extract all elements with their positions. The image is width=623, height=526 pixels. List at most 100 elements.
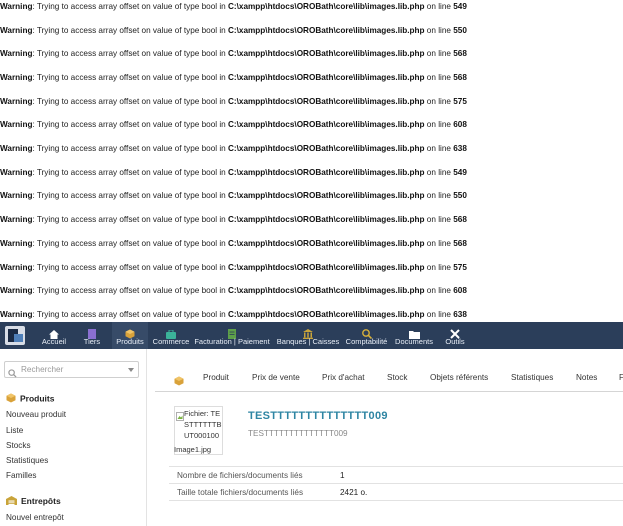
tab-produit[interactable]: Produit xyxy=(203,365,229,391)
warning-message: : Trying to access array offset on value… xyxy=(32,310,228,319)
app-logo[interactable] xyxy=(5,326,25,345)
warning-label: Warning xyxy=(0,215,33,224)
sidebar-link-familles[interactable]: Familles xyxy=(6,471,36,480)
home-icon xyxy=(34,322,74,339)
warning-line-number: 568 xyxy=(453,215,467,224)
menu-item-comptabilité[interactable]: Comptabilité xyxy=(343,322,390,349)
sidebar-link-liste[interactable]: Liste xyxy=(6,426,23,435)
product-image-caption[interactable]: Image1.jpg xyxy=(174,445,211,454)
php-warning-line: Warning: Trying to access array offset o… xyxy=(0,189,467,203)
sidebar-heading-label: Produits xyxy=(20,393,55,404)
warning-line-prefix: on line xyxy=(424,191,454,200)
warehouse-icon xyxy=(6,496,17,507)
tab-statistiques[interactable]: Statistiques xyxy=(511,365,553,391)
sidebar-link-nouvel-entrepot[interactable]: Nouvel entrepôt xyxy=(6,513,64,522)
warning-file-path: C:\xampp\htdocs\OROBath\core\lib\images.… xyxy=(228,73,425,82)
documents-info-table: Nombre de fichiers/documents liés 1 Tail… xyxy=(169,466,623,501)
warning-line-number: 568 xyxy=(453,73,467,82)
warning-line-prefix: on line xyxy=(424,2,454,11)
warning-line-prefix: on line xyxy=(424,263,454,272)
menu-item-label: Banques | Caisses xyxy=(276,337,340,346)
product-tabs: Produit Prix de vente Prix d'achat Stock… xyxy=(155,365,623,392)
top-navigation-bar: Accueil Tiers Produits Commerce Facturation … xyxy=(0,322,623,349)
warning-file-path: C:\xampp\htdocs\OROBath\core\lib\images.… xyxy=(228,97,425,106)
warning-message: : Trying to access array offset on value… xyxy=(32,263,228,272)
chevron-down-icon[interactable] xyxy=(128,368,134,372)
warning-message: : Trying to access array offset on value… xyxy=(32,49,228,58)
warning-line-number: 638 xyxy=(453,144,467,153)
info-key: Taille totale fichiers/documents liés xyxy=(169,483,340,501)
warning-line-prefix: on line xyxy=(424,73,454,82)
table-row: Taille totale fichiers/documents liés 24… xyxy=(169,483,623,501)
php-warning-line: Warning: Trying to access array offset o… xyxy=(0,308,467,322)
tab-notes[interactable]: Notes xyxy=(576,365,597,391)
menu-item-label: Tiers xyxy=(83,337,101,346)
php-warning-line: Warning: Trying to access array offset o… xyxy=(0,71,467,85)
tab-prix-de-vente[interactable]: Prix de vente xyxy=(252,365,300,391)
warning-label: Warning xyxy=(0,168,33,177)
sidebar-link-stocks[interactable]: Stocks xyxy=(6,441,31,450)
sidebar-search[interactable]: Rechercher xyxy=(4,361,139,378)
warning-file-path: C:\xampp\htdocs\OROBath\core\lib\images.… xyxy=(228,120,425,129)
warning-line-prefix: on line xyxy=(424,97,454,106)
warning-file-path: C:\xampp\htdocs\OROBath\core\lib\images.… xyxy=(228,286,425,295)
warning-line-prefix: on line xyxy=(424,310,454,319)
warning-line-number: 550 xyxy=(453,26,467,35)
search-icon xyxy=(8,365,17,383)
warning-file-path: C:\xampp\htdocs\OROBath\core\lib\images.… xyxy=(228,26,425,35)
php-warning-line: Warning: Trying to access array offset o… xyxy=(0,95,467,109)
warning-message: : Trying to access array offset on value… xyxy=(32,168,228,177)
warning-line-prefix: on line xyxy=(424,168,454,177)
warning-line-number: 549 xyxy=(453,168,467,177)
warning-file-path: C:\xampp\htdocs\OROBath\core\lib\images.… xyxy=(228,215,425,224)
menu-item-facturation-paiement[interactable]: Facturation | Paiement xyxy=(192,322,272,349)
sidebar-heading-produits[interactable]: Produits xyxy=(6,393,54,405)
warning-message: : Trying to access array offset on value… xyxy=(32,97,228,106)
menu-item-label: Comptabilité xyxy=(345,337,388,346)
menu-item-accueil[interactable]: Accueil xyxy=(34,322,74,349)
sidebar-heading-label: Entrepôts xyxy=(21,496,61,506)
warning-line-prefix: on line xyxy=(424,144,454,153)
warning-line-prefix: on line xyxy=(424,239,454,248)
warning-line-number: 575 xyxy=(453,263,467,272)
menu-item-label: Outils xyxy=(445,337,465,346)
tab-objets-referents[interactable]: Objets référents xyxy=(430,365,488,391)
warning-file-path: C:\xampp\htdocs\OROBath\core\lib\images.… xyxy=(228,144,425,153)
invoice-icon xyxy=(192,322,272,339)
php-warning-line: Warning: Trying to access array offset o… xyxy=(0,237,467,251)
warning-line-number: 549 xyxy=(453,2,467,11)
sidebar-link-statistiques[interactable]: Statistiques xyxy=(6,456,48,465)
warning-label: Warning xyxy=(0,49,33,58)
warning-line-prefix: on line xyxy=(424,26,454,35)
building-icon xyxy=(76,322,108,339)
warning-message: : Trying to access array offset on value… xyxy=(32,239,228,248)
php-warnings-area: Warning: Trying to access array offset o… xyxy=(0,0,623,322)
warning-line-number: 568 xyxy=(453,239,467,248)
product-label: TESTTTTTTTTTTTTTT009 xyxy=(248,429,348,438)
menu-item-banques-caisses[interactable]: Banques | Caisses xyxy=(274,322,342,349)
php-warning-line: Warning: Trying to access array offset o… xyxy=(0,284,467,298)
menu-item-label: Commerce xyxy=(152,337,190,346)
briefcase-icon xyxy=(150,322,192,339)
product-reference: TESTTTTTTTTTTTTTT009 xyxy=(248,410,388,422)
sidebar-link-nouveau-produit[interactable]: Nouveau produit xyxy=(6,410,66,419)
php-warning-line: Warning: Trying to access array offset o… xyxy=(0,47,467,61)
menu-item-commerce[interactable]: Commerce xyxy=(150,322,192,349)
tab-documents[interactable]: F xyxy=(619,365,623,391)
php-warning-line: Warning: Trying to access array offset o… xyxy=(0,213,467,227)
warning-label: Warning xyxy=(0,310,33,319)
menu-item-documents[interactable]: Documents xyxy=(392,322,436,349)
sidebar-heading-entrepots[interactable]: Entrepôts xyxy=(6,496,61,507)
tab-stock[interactable]: Stock xyxy=(387,365,407,391)
warning-file-path: C:\xampp\htdocs\OROBath\core\lib\images.… xyxy=(228,168,425,177)
warning-line-number: 575 xyxy=(453,97,467,106)
menu-item-tiers[interactable]: Tiers xyxy=(76,322,108,349)
warning-line-number: 568 xyxy=(453,49,467,58)
tab-prix-d-achat[interactable]: Prix d'achat xyxy=(322,365,365,391)
menu-item-produits[interactable]: Produits xyxy=(112,322,148,349)
table-row: Nombre de fichiers/documents liés 1 xyxy=(169,466,623,484)
product-image-alt-text: Fichier: TESTTTTTTBUT000100 xyxy=(184,409,222,440)
warning-label: Warning xyxy=(0,239,33,248)
warning-label: Warning xyxy=(0,120,33,129)
menu-item-outils[interactable]: Outils xyxy=(441,322,469,349)
